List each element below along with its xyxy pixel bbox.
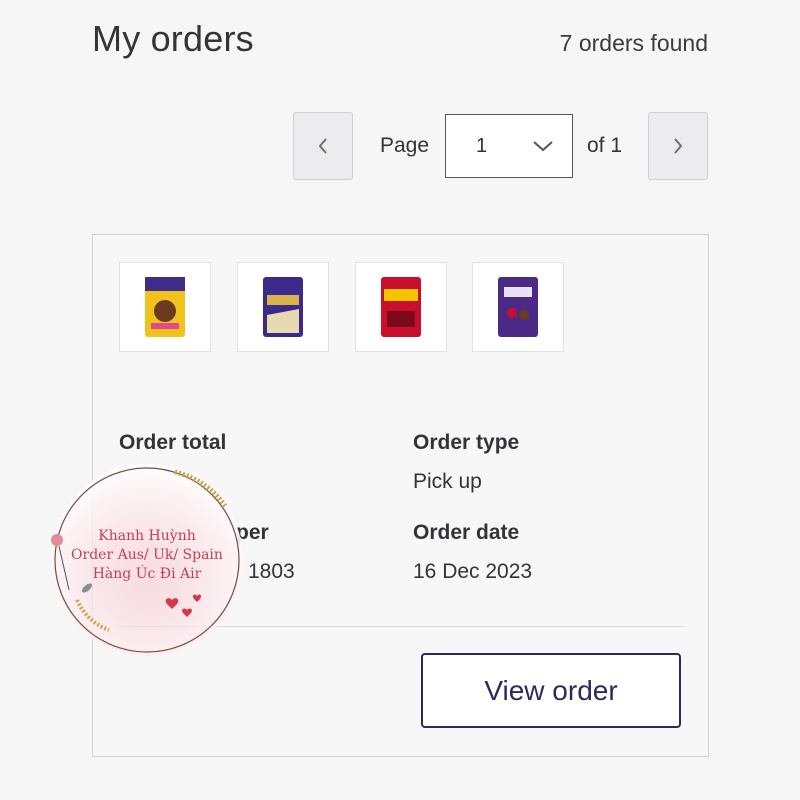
order-type-label: Order type	[413, 431, 520, 454]
page-of-label: of 1	[587, 134, 623, 157]
chevron-right-icon	[674, 138, 683, 154]
order-number-value: 1803	[248, 560, 295, 583]
orders-count: 7 orders found	[559, 30, 708, 56]
watermark-line-1: Khanh Huỳnh	[98, 528, 196, 544]
page-title: My orders	[92, 18, 254, 59]
product-image	[145, 277, 185, 337]
order-type-value: Pick up	[413, 470, 482, 493]
product-thumbnail[interactable]	[472, 262, 564, 352]
product-thumbnail[interactable]	[237, 262, 329, 352]
page-label: Page	[380, 134, 430, 157]
product-image	[381, 277, 421, 337]
page-select[interactable]: 1	[445, 114, 573, 178]
product-image	[263, 277, 303, 337]
chevron-down-icon	[533, 141, 553, 152]
watermark-line-2: Order Aus/ Uk/ Spain	[71, 547, 223, 563]
next-page-button[interactable]	[648, 112, 708, 180]
page-select-value: 1	[476, 134, 488, 157]
product-image	[498, 277, 538, 337]
chevron-left-icon	[318, 138, 327, 154]
product-thumbnail[interactable]	[355, 262, 447, 352]
order-date-label: Order date	[413, 521, 520, 544]
watermark-line-3: Hàng Úc Đi Air	[92, 566, 202, 582]
watermark-stamp: Khanh Huỳnh Order Aus/ Uk/ Spain Hàng Úc…	[47, 460, 247, 660]
order-total-label: Order total	[119, 431, 227, 454]
view-order-button[interactable]: View order	[421, 653, 681, 728]
order-date-value: 16 Dec 2023	[413, 560, 533, 583]
prev-page-button[interactable]	[293, 112, 353, 180]
product-thumbnail[interactable]	[119, 262, 211, 352]
